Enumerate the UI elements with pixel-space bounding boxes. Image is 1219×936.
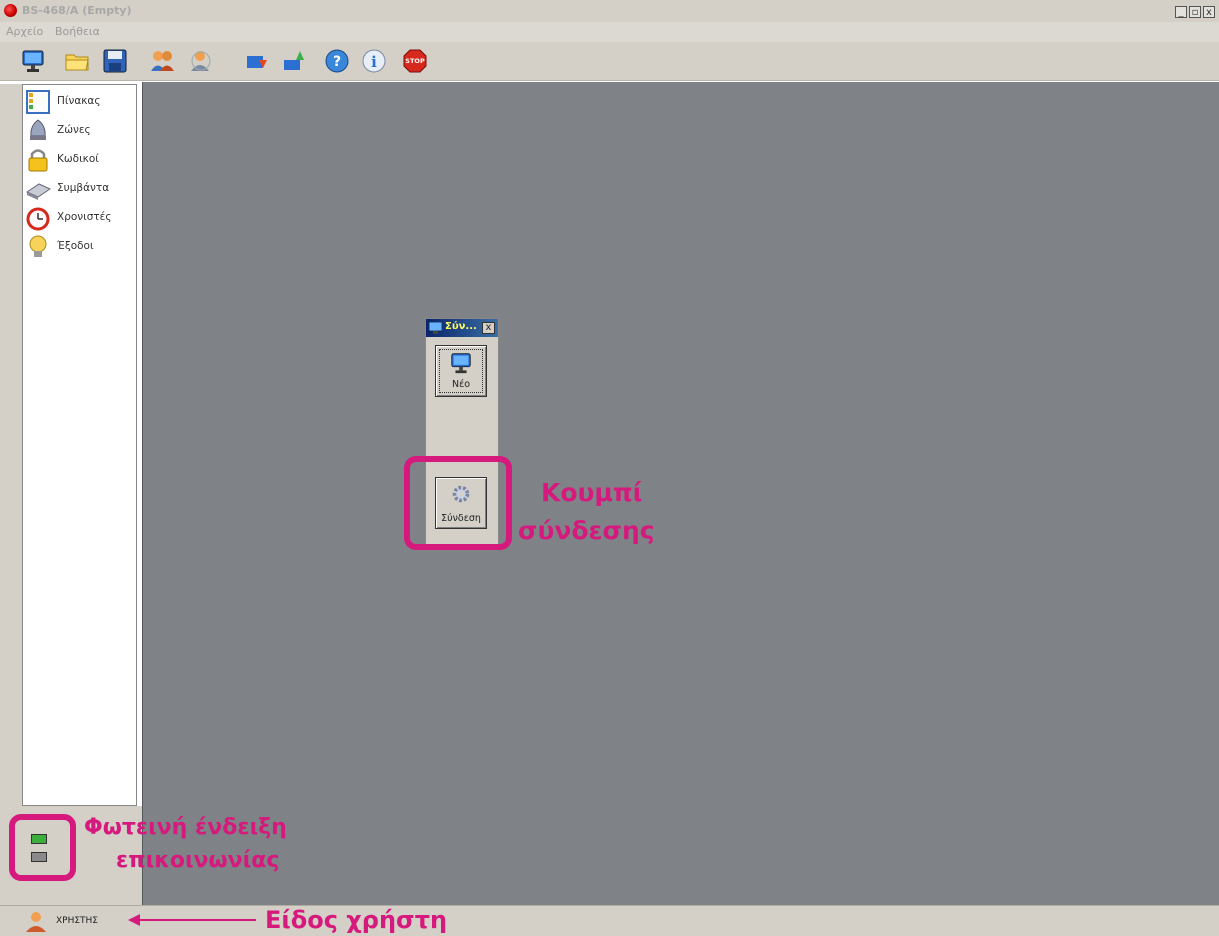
monitor-icon xyxy=(451,353,471,374)
sidebar: Πίνακας Ζώνες Κωδικοί Συμβάντα Χρονιστές… xyxy=(22,84,137,806)
sidebar-item-label: Ζώνες xyxy=(57,124,91,136)
sidebar-item-label: Συμβάντα xyxy=(57,182,110,194)
folder-icon[interactable] xyxy=(64,48,90,74)
upload-icon[interactable] xyxy=(282,48,308,74)
sidebar-item-timers[interactable]: Χρονιστές xyxy=(25,203,133,231)
led-annotation-line1: Φωτεινή ένδειξη xyxy=(84,815,287,840)
sidebar-item-codes[interactable]: Κωδικοί xyxy=(25,145,133,173)
menu-bar: Αρχείο Βοήθεια xyxy=(0,22,1219,42)
events-icon xyxy=(25,183,51,200)
sidebar-item-label: Κωδικοί xyxy=(57,153,99,165)
user-dropdown-icon[interactable] xyxy=(189,48,215,74)
minimize-button[interactable]: _ xyxy=(1175,6,1187,18)
stop-label: STOP xyxy=(405,57,425,65)
svg-text:i: i xyxy=(371,53,377,71)
new-button-label: Νέο xyxy=(451,379,471,390)
app-icon xyxy=(4,4,17,17)
stop-icon[interactable]: STOP xyxy=(402,48,428,74)
sidebar-item-label: Πίνακας xyxy=(57,95,101,107)
connect-highlight xyxy=(404,456,512,550)
zones-icon xyxy=(30,119,46,140)
arrow-left-icon xyxy=(128,914,256,926)
sidebar-item-events[interactable]: Συμβάντα xyxy=(25,174,133,202)
close-button[interactable]: x xyxy=(1203,6,1215,18)
toolbar: ▾ ? i STOP xyxy=(0,42,1219,110)
panel-icon xyxy=(26,90,50,114)
download-icon[interactable] xyxy=(245,48,271,74)
svg-text:?: ? xyxy=(333,54,341,70)
user-type-annotation: Είδος χρήστη xyxy=(265,906,448,934)
lightbulb-icon xyxy=(29,235,47,257)
menu-help[interactable]: Βοήθεια xyxy=(55,25,100,38)
lock-icon xyxy=(28,149,48,172)
connect-annotation-line1: Κουμπί xyxy=(541,478,643,507)
new-button[interactable]: Νέο xyxy=(435,345,487,397)
menu-file[interactable]: Αρχείο xyxy=(6,25,43,38)
sidebar-item-zones[interactable]: Ζώνες xyxy=(25,116,133,144)
help-icon[interactable]: ? xyxy=(324,48,350,74)
monitor-icon xyxy=(429,322,442,334)
user-icon xyxy=(26,912,46,932)
left-frame xyxy=(0,84,22,905)
connect-annotation-line2: σύνδεσης xyxy=(518,516,655,545)
restore-button[interactable]: ▫ xyxy=(1189,6,1201,18)
sidebar-item-label: Έξοδοι xyxy=(57,240,94,252)
info-icon[interactable]: i xyxy=(361,48,387,74)
led-annotation-line2: επικοινωνίας xyxy=(116,848,280,873)
workspace xyxy=(142,82,1219,905)
alarm-clock-icon xyxy=(26,207,50,231)
window-title: BS-468/A (Empty) xyxy=(22,4,132,17)
panel-title-bar: Σύν... x xyxy=(426,319,498,337)
monitor-icon[interactable] xyxy=(20,48,46,74)
users-icon[interactable] xyxy=(149,48,175,74)
sidebar-item-label: Χρονιστές xyxy=(57,211,112,223)
sidebar-item-outputs[interactable]: Έξοδοι xyxy=(25,232,133,260)
user-type-label: ΧΡΗΣΤΗΣ xyxy=(56,916,98,926)
title-bar: BS-468/A (Empty) _ ▫ x xyxy=(0,0,1219,22)
panel-title: Σύν... xyxy=(445,321,477,332)
panel-close-button[interactable]: x xyxy=(482,322,495,334)
save-icon[interactable] xyxy=(102,48,128,74)
led-highlight xyxy=(9,814,76,881)
sidebar-item-panel[interactable]: Πίνακας xyxy=(25,87,133,115)
